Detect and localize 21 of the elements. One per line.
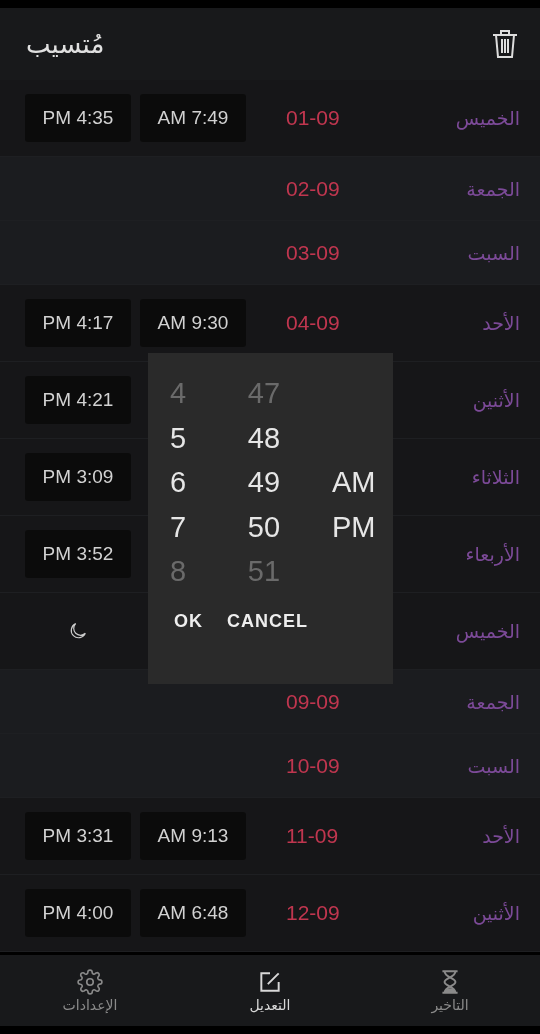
day-name: الخميس xyxy=(454,620,520,642)
date-label: 04-09 xyxy=(286,311,341,335)
day-name: الجمعة xyxy=(465,690,520,713)
day-name: السبت xyxy=(466,241,520,264)
date-label: 09-09 xyxy=(286,689,341,714)
day-name: الأحد xyxy=(481,312,520,334)
date-label: 12-09 xyxy=(286,901,341,925)
day-name: الأحد xyxy=(481,825,520,847)
day-name: الجمعة xyxy=(465,177,520,200)
date-label: 03-09 xyxy=(286,240,341,265)
day-name: الأثنين xyxy=(471,902,520,924)
app-title: مُتسيب xyxy=(26,29,105,59)
day-name: الأربعاء xyxy=(464,543,520,565)
date-label: 01-09 xyxy=(286,106,341,130)
date-label: 11-09 xyxy=(286,824,340,848)
day-name: الخميس xyxy=(454,107,520,129)
date-label: 02-09 xyxy=(286,176,341,201)
day-name: الأثنين xyxy=(471,389,520,411)
day-name: السبت xyxy=(466,754,520,777)
day-name: الثلاثاء xyxy=(470,466,520,488)
date-label: 10-09 xyxy=(286,753,341,778)
